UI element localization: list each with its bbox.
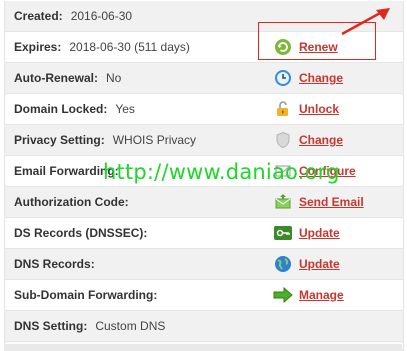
unlock-icon — [273, 99, 293, 119]
created-value: 2016-06-30 — [70, 9, 133, 23]
manage-link[interactable]: Manage — [299, 288, 344, 302]
unlock-link[interactable]: Unlock — [299, 102, 339, 116]
row-domain-locked: Domain Locked: Yes Unlock — [5, 94, 403, 125]
row-created: Created: 2016-06-30 — [5, 1, 403, 32]
row-authorization-code: Authorization Code: Send Email — [5, 187, 403, 218]
scrollbar[interactable] — [4, 344, 402, 351]
subdomain-forwarding-action[interactable]: Manage — [273, 280, 344, 310]
created-label: Created: — [14, 9, 63, 23]
row-expires: Expires: 2018-06-30 (511 days) Renew — [5, 32, 403, 63]
send-email-icon — [273, 192, 293, 212]
row-dns-setting: DNS Setting: Custom DNS — [5, 311, 403, 342]
privacy-change-link[interactable]: Change — [299, 133, 343, 147]
key-icon — [273, 223, 293, 243]
row-auto-renewal: Auto-Renewal: No Change — [5, 63, 403, 94]
dns-setting-value: Custom DNS — [95, 319, 166, 333]
ds-records-update-link[interactable]: Update — [299, 226, 340, 240]
clock-icon — [273, 68, 293, 88]
renew-icon — [273, 37, 293, 57]
subdomain-forwarding-label: Sub-Domain Forwarding: — [14, 288, 158, 302]
unlock-action[interactable]: Unlock — [273, 94, 339, 124]
domain-locked-value: Yes — [115, 102, 135, 116]
row-ds-records: DS Records (DNSSEC): Update — [5, 218, 403, 249]
dns-records-action[interactable]: Update — [273, 249, 340, 279]
watermark-url: http://www.daniao.org — [103, 160, 340, 184]
globe-icon — [273, 254, 293, 274]
auto-renewal-label: Auto-Renewal: — [14, 71, 98, 85]
privacy-setting-label: Privacy Setting: — [14, 133, 105, 147]
row-dns-records: DNS Records: Update — [5, 249, 403, 280]
shield-icon — [273, 130, 293, 150]
ds-records-label: DS Records (DNSSEC): — [14, 226, 148, 240]
dns-records-update-link[interactable]: Update — [299, 257, 340, 271]
expires-label: Expires: — [14, 40, 62, 54]
ds-records-action[interactable]: Update — [273, 218, 340, 248]
dns-setting-label: DNS Setting: — [14, 319, 88, 333]
arrow-right-icon — [273, 285, 293, 305]
expires-value: 2018-06-30 (511 days) — [69, 40, 190, 54]
row-privacy-setting: Privacy Setting: WHOIS Privacy Change — [5, 125, 403, 156]
email-forwarding-label: Email Forwarding: — [14, 164, 119, 178]
auto-renewal-action[interactable]: Change — [273, 63, 343, 93]
domain-locked-label: Domain Locked: — [14, 102, 108, 116]
send-email-link[interactable]: Send Email — [299, 195, 364, 209]
dns-records-label: DNS Records: — [14, 257, 95, 271]
privacy-setting-value: WHOIS Privacy — [112, 133, 197, 147]
authorization-code-label: Authorization Code: — [14, 195, 129, 209]
auto-renewal-change-link[interactable]: Change — [299, 71, 343, 85]
renew-link[interactable]: Renew — [299, 40, 338, 54]
renew-action[interactable]: Renew — [273, 32, 338, 62]
privacy-action[interactable]: Change — [273, 125, 343, 155]
send-email-action[interactable]: Send Email — [273, 187, 364, 217]
auto-renewal-value: No — [106, 71, 122, 85]
row-subdomain-forwarding: Sub-Domain Forwarding: Manage — [5, 280, 403, 311]
